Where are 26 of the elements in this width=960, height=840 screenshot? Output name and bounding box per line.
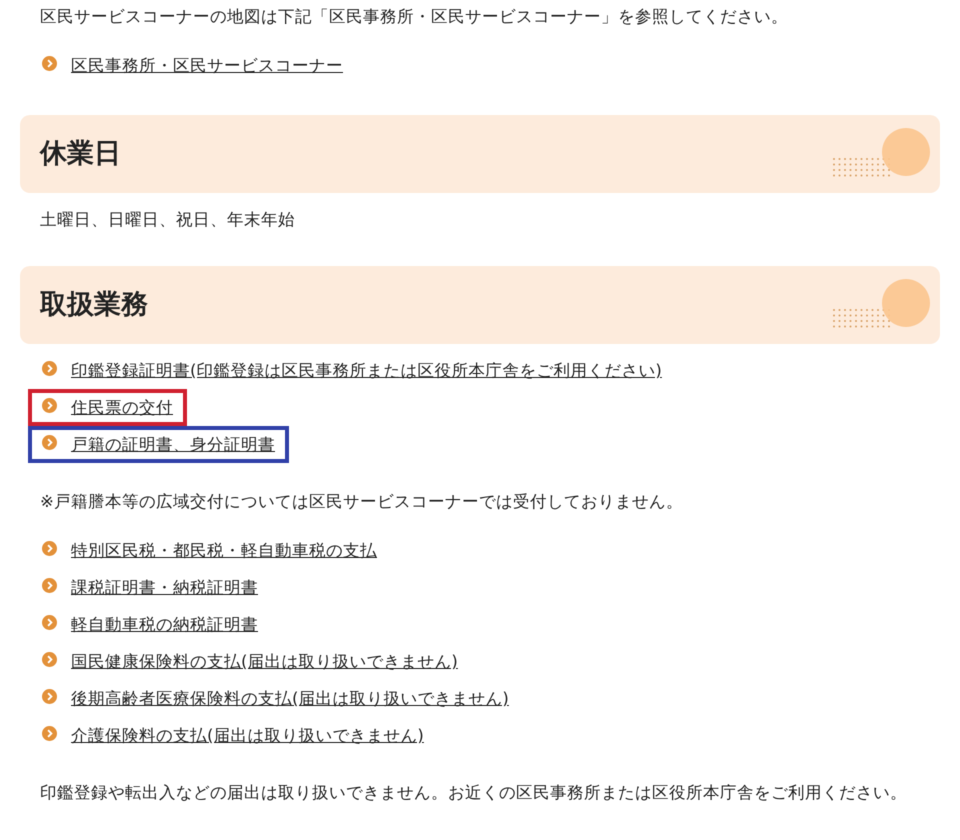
chevron-circle-icon bbox=[42, 652, 57, 667]
link[interactable]: 国民健康保険料の支払(届出は取り扱いできません) bbox=[71, 649, 458, 674]
link[interactable]: 住民票の交付 bbox=[71, 395, 173, 420]
link[interactable]: 後期高齢者医療保険料の支払(届出は取り扱いできません) bbox=[71, 686, 509, 711]
link[interactable]: 課税証明書・納税証明書 bbox=[71, 575, 258, 600]
link[interactable]: 特別区民税・都民税・軽自動車税の支払 bbox=[71, 538, 377, 563]
paragraph: 区民サービスコーナーの地図は下記「区民事務所・区民サービスコーナー」を参照してください。 bbox=[40, 6, 789, 28]
section-heading: 休業日 bbox=[40, 136, 121, 171]
chevron-circle-icon bbox=[42, 361, 57, 376]
chevron-circle-icon bbox=[42, 398, 57, 413]
link[interactable]: 印鑑登録証明書(印鑑登録は区民事務所または区役所本庁舎をご利用ください) bbox=[71, 358, 662, 383]
paragraph: 印鑑登録や転出入などの届出は取り扱いできません。お近くの区民事務所または区役所本庁舎をご利用ください。 bbox=[40, 782, 908, 804]
chevron-circle-icon bbox=[42, 689, 57, 704]
chevron-circle-icon bbox=[42, 56, 57, 71]
link[interactable]: 区民事務所・区民サービスコーナー bbox=[71, 53, 343, 78]
link[interactable]: 軽自動車税の納税証明書 bbox=[71, 612, 258, 637]
link[interactable]: 戸籍の証明書、身分証明書 bbox=[71, 432, 275, 457]
paragraph: ※戸籍謄本等の広域交付については区民サービスコーナーでは受付しておりません。 bbox=[40, 491, 684, 513]
chevron-circle-icon bbox=[42, 578, 57, 593]
chevron-circle-icon bbox=[42, 435, 57, 450]
paragraph: 土曜日、日曜日、祝日、年末年始 bbox=[40, 209, 296, 231]
chevron-circle-icon bbox=[42, 726, 57, 741]
link[interactable]: 介護保険料の支払(届出は取り扱いできません) bbox=[71, 723, 424, 748]
section-heading: 取扱業務 bbox=[40, 288, 148, 322]
chevron-circle-icon bbox=[42, 615, 57, 630]
chevron-circle-icon bbox=[42, 541, 57, 556]
